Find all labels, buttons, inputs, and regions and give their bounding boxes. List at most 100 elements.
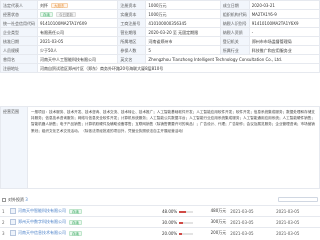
info-row: 核准日期 2021-03-05 所属地区 河南省郑州市 登记机关 郑州市市场监督管理局 xyxy=(0,36,320,46)
status-badge: 今日更新 xyxy=(56,12,76,17)
amount-cell: 200万元 xyxy=(195,227,229,239)
info-label: 组织机构代码 xyxy=(219,9,250,19)
info-row: 曾用名 河南天中人工智能科技有限公司 英文名 Zhengzhou Tianzhong … xyxy=(0,54,320,64)
info-value: 少于50人 xyxy=(36,45,119,55)
company-status-badge: 存续 xyxy=(69,230,82,236)
company-logo-icon xyxy=(10,219,16,225)
info-value: 河南自贸试验区郑州片区（郑东）商务外环路20号海联大厦8层810号 xyxy=(37,63,320,73)
info-label: 法定代表人 xyxy=(0,0,38,10)
info-label: 参保人数 xyxy=(117,45,147,55)
info-label: 企业类型 xyxy=(0,27,38,37)
ratio-bar-fill xyxy=(179,232,183,235)
info-row: 统一社会信用代码 91410100MA2TA1Y6X9 工商注册号 410100000… xyxy=(0,18,320,28)
info-value: - xyxy=(248,27,320,37)
company-cell[interactable]: 河南天中智能科技有限公司 存续 xyxy=(8,205,136,217)
investment-row[interactable]: 3 河南天中信息技术有限公司 存续 20.00% 200万元 2021-03-05 2021… xyxy=(0,227,320,239)
investment-section-header: 对外投资 3 xyxy=(0,196,320,204)
info-label: 人员规模 xyxy=(0,45,38,55)
date-cell: 2021-03-05 xyxy=(228,216,275,228)
info-value: 1000万元 xyxy=(145,9,221,19)
info-label: 所属地区 xyxy=(117,36,147,46)
company-detail-page: 法定代表人 刘怀 大股东 注册资本 1000万元 成立日期 2020-03-21 经营状态 存续… xyxy=(0,0,320,240)
business-scope-label: 经营范围 xyxy=(0,106,28,189)
info-label: 登记机关 xyxy=(219,36,250,46)
info-value: 郑州市市场监督管理局 xyxy=(248,36,320,46)
ratio-text: 48.00% xyxy=(161,208,178,214)
investment-row[interactable]: 1 河南天中智能科技有限公司 存续 48.00% 480万元 2021-03-05 2021… xyxy=(0,205,320,217)
info-label: 实缴资本 xyxy=(117,9,147,19)
info-value: 科技推广和应用服务业 xyxy=(248,45,320,55)
date-cell: 2021-03-05 xyxy=(228,227,275,239)
ratio-bar-fill xyxy=(179,210,186,213)
company-status-badge: 存续 xyxy=(69,208,82,214)
info-label: 成立日期 xyxy=(219,0,250,10)
date-cell: 2021-03-05 xyxy=(228,205,275,217)
info-value: 刘怀 大股东 xyxy=(36,0,119,10)
investment-count: 3 xyxy=(25,197,28,202)
row-index: 3 xyxy=(0,227,8,239)
info-value: 1000万元 xyxy=(145,0,221,10)
info-label: 纳税人资质 xyxy=(219,27,250,37)
company-logo-icon xyxy=(10,230,16,237)
info-value: 存续 今日更新 xyxy=(36,9,119,19)
info-row: 注册地址 河南自贸试验区郑州片区（郑东）商务外环路20号海联大厦8层810号 xyxy=(0,63,320,73)
ratio-text: 20.00% xyxy=(161,230,178,236)
info-row: 企业类型 有限责任公司 营业期限 2020-03-20 至 无固定期限 纳税人资质 - xyxy=(0,27,320,37)
info-label: 营业期限 xyxy=(117,27,147,37)
company-cell[interactable]: 河南天中信息技术有限公司 存续 xyxy=(8,227,136,239)
ratio-bar xyxy=(179,232,194,235)
company-status-badge: 存续 xyxy=(69,219,82,225)
ratio-bar xyxy=(179,210,194,213)
date-cell-2: 2021-03-05 xyxy=(274,227,320,239)
ratio-cell: 30.00% xyxy=(135,216,196,228)
date-cell-2: 2021-03-05 xyxy=(274,205,320,217)
info-label: 英文名 xyxy=(117,54,147,64)
company-name-link[interactable]: 河南天中智能科技有限公司 xyxy=(18,208,66,213)
info-label: 注册地址 xyxy=(0,63,38,73)
section-toolbar[interactable] xyxy=(278,197,318,202)
investment-row[interactable]: 2 郑州天中数字科技有限公司 存续 30.00% 300万元 2021-03-05 2021… xyxy=(0,216,320,228)
amount-cell: 300万元 xyxy=(195,216,229,228)
info-row: 法定代表人 刘怀 大股东 注册资本 1000万元 成立日期 2020-03-21 xyxy=(0,0,320,10)
info-value: Zhengzhou Tianzhong Intelligent Technolo… xyxy=(145,54,320,64)
section-checkbox[interactable] xyxy=(2,198,6,202)
row-index: 1 xyxy=(0,205,8,217)
info-value: 91410100MA2TA1Y6X9 xyxy=(248,18,320,28)
company-name-link[interactable]: 郑州天中数字科技有限公司 xyxy=(18,219,66,224)
info-row: 人员规模 少于50人 参保人数 5 所属行业 科技推广和应用服务业 xyxy=(0,45,320,55)
info-value: 410100000356345 xyxy=(145,18,221,28)
info-value: 91410100MA2TA1Y6X9 xyxy=(36,18,119,28)
info-value: 2020-03-21 xyxy=(248,0,320,10)
info-label: 注册资本 xyxy=(117,0,147,10)
ratio-text: 30.00% xyxy=(161,219,178,225)
status-badge: 存续 xyxy=(40,12,53,17)
ratio-bar xyxy=(179,221,194,224)
company-cell[interactable]: 郑州天中数字科技有限公司 存续 xyxy=(8,216,136,228)
info-label: 经营状态 xyxy=(0,9,38,19)
amount-cell: 480万元 xyxy=(195,205,229,217)
date-cell-2: 2021-03-05 xyxy=(274,216,320,228)
info-label: 曾用名 xyxy=(0,54,38,64)
info-value: 有限责任公司 xyxy=(36,27,119,37)
company-logo-icon xyxy=(10,208,16,214)
info-value: 2021-03-05 xyxy=(36,36,119,46)
company-name-link[interactable]: 河南天中信息技术有限公司 xyxy=(18,230,66,235)
ratio-bar-fill xyxy=(179,221,184,224)
info-label: 纳税人识别号 xyxy=(219,18,250,28)
info-value: 5 xyxy=(145,45,221,55)
ratio-cell: 48.00% xyxy=(135,205,196,217)
info-label: 核准日期 xyxy=(0,36,38,46)
info-label: 统一社会信用代码 xyxy=(0,18,38,28)
info-value: 河南天中人工智能科技有限公司 xyxy=(36,54,119,64)
info-label: 所属行业 xyxy=(219,45,250,55)
business-scope-text: 一般项目：技术服务、技术开发、技术咨询、技术交流、技术转让、技术推广；人工智能基… xyxy=(28,106,320,189)
info-row: 经营状态 存续 今日更新 实缴资本 1000万元 组织机构代码 MA2TA1Y6-9 xyxy=(0,9,320,19)
business-info-table: 法定代表人 刘怀 大股东 注册资本 1000万元 成立日期 2020-03-21 经营状态 存续… xyxy=(0,0,320,73)
info-value: 2020-03-20 至 无固定期限 xyxy=(145,27,221,37)
investment-table: 1 河南天中智能科技有限公司 存续 48.00% 480万元 2021-03-05 2021… xyxy=(0,205,320,239)
investment-section-title: 对外投资 3 xyxy=(8,197,28,202)
info-label: 工商注册号 xyxy=(117,18,147,28)
info-value: MA2TA1Y6-9 xyxy=(248,9,320,19)
legal-rep-tag: 大股东 xyxy=(51,3,68,8)
ratio-cell: 20.00% xyxy=(135,227,196,239)
